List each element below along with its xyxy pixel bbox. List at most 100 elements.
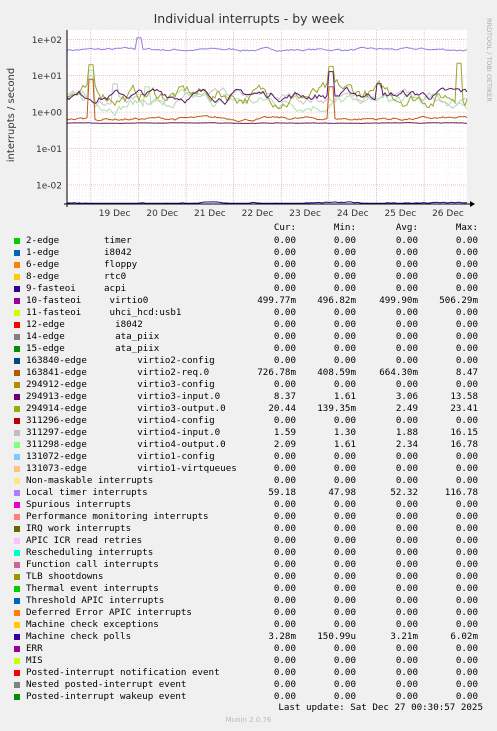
series-name: Performance monitoring interrupts — [26, 511, 209, 522]
series-name: IRQ work interrupts — [26, 523, 132, 534]
value-max: 0.00 — [455, 535, 478, 546]
x-tick-labels: 19 Dec 20 Dec 21 Dec 22 Dec 23 Dec 24 Dec 25 D… — [99, 209, 464, 219]
legend-swatch — [14, 670, 20, 676]
value-min: 0.00 — [333, 343, 356, 354]
legend-row: IRQ work interrupts 0.00 0.00 0.00 0.00 — [0, 523, 497, 535]
series-name: Threshold APIC interrupts — [26, 595, 165, 606]
value-max: 0.00 — [455, 451, 478, 462]
legend-row: 131072-edge virtio1-config 0.00 0.00 0.00 0.… — [0, 451, 497, 463]
legend-row: Threshold APIC interrupts 0.00 0.00 0.00 0.0… — [0, 595, 497, 607]
legend-swatch — [14, 250, 20, 256]
legend-row: MIS 0.00 0.00 0.00 0.00 — [0, 655, 497, 667]
value-max: 0.00 — [455, 235, 478, 246]
series-name: 294912-edge — [26, 379, 87, 390]
value-max: 0.00 — [455, 643, 478, 654]
value-max: 23.41 — [450, 403, 478, 414]
x-tick-label: 23 Dec — [289, 209, 321, 219]
legend-row: Non-maskable interrupts 0.00 0.00 0.00 0.00 — [0, 475, 497, 487]
value-max: 0.00 — [455, 595, 478, 606]
series-name: 2-edge — [26, 235, 60, 246]
value-max: 0.00 — [455, 307, 478, 318]
value-min: 0.00 — [333, 523, 356, 534]
legend-row: Posted-interrupt notification event 0.00 0… — [0, 667, 497, 679]
series-desc: virtio2-req.0 — [104, 367, 210, 378]
value-max: 0.00 — [455, 331, 478, 342]
value-max: 0.00 — [455, 559, 478, 570]
value-max: 16.78 — [450, 439, 478, 450]
series-name: MIS — [26, 655, 43, 666]
last-update: Last update: Sat Dec 27 00:30:57 2025 — [278, 702, 483, 713]
legend-swatch — [14, 406, 20, 412]
legend-swatch — [14, 286, 20, 292]
legend-swatch — [14, 334, 20, 340]
series-desc: virtio3-config — [104, 379, 215, 390]
legend-swatch — [14, 610, 20, 616]
value-min: 0.00 — [333, 595, 356, 606]
legend-row: 311296-edge virtio4-config 0.00 0.00 0.00 0.… — [0, 415, 497, 427]
legend-swatch — [14, 646, 20, 652]
value-max: 0.00 — [455, 355, 478, 366]
series-name: ERR — [26, 643, 43, 654]
legend-row: 311298-edge virtio4-output.0 2.09 1.61 2.34… — [0, 439, 497, 451]
series-name: 294913-edge — [26, 391, 87, 402]
legend-swatch — [14, 538, 20, 544]
series-desc: i8042 — [104, 247, 132, 258]
value-min: 0.00 — [333, 679, 356, 690]
legend-swatch — [14, 622, 20, 628]
value-min: 0.00 — [333, 307, 356, 318]
x-tick-label: 21 Dec — [194, 209, 226, 219]
munin-version: Munin 2.0.76 — [225, 716, 272, 724]
y-tick-label: 1e-02 — [36, 181, 62, 191]
value-min: 0.00 — [333, 643, 356, 654]
y-tick-labels: 1e+02 1e+01 1e+00 1e-01 1e-02 — [32, 36, 63, 192]
legend-row: Nested posted-interrupt event 0.00 0.00 0.0… — [0, 679, 497, 691]
value-max: 0.00 — [455, 343, 478, 354]
x-tick-label: 22 Dec — [242, 209, 274, 219]
series-name: 8-edge — [26, 271, 60, 282]
legend-row: Spurious interrupts 0.00 0.00 0.00 0.00 — [0, 499, 497, 511]
series-name: 163840-edge — [26, 355, 87, 366]
series-name: Thermal event interrupts — [26, 583, 159, 594]
value-max: 116.78 — [444, 487, 478, 498]
value-min: 0.00 — [333, 655, 356, 666]
chart-title: Individual interrupts - by week — [154, 11, 346, 26]
legend-row: 131073-edge virtio1-virtqueues 0.00 0.00 0.… — [0, 463, 497, 475]
value-min: 1.30 — [333, 427, 356, 438]
series-name: Function call interrupts — [26, 559, 159, 570]
series-name: Posted-interrupt wakeup event — [26, 691, 187, 702]
legend-row: 9-fasteoi acpi 0.00 0.00 0.00 0.00 — [0, 283, 497, 295]
legend-swatch — [14, 694, 20, 700]
x-axis-arrow — [470, 201, 475, 207]
series-name: 311297-edge — [26, 427, 87, 438]
series-name: 15-edge — [26, 343, 65, 354]
legend-swatch — [14, 394, 20, 400]
legend-swatch — [14, 550, 20, 556]
value-min: 150.99u — [317, 631, 356, 642]
legend-swatch — [14, 466, 20, 472]
value-min: 0.00 — [333, 247, 356, 258]
legend-row: Rescheduling interrupts 0.00 0.00 0.00 0.00 — [0, 547, 497, 559]
series-desc: ata_piix — [104, 343, 160, 354]
value-max: 0.00 — [455, 607, 478, 618]
series-name: 1-edge — [26, 247, 60, 258]
value-min: 0.00 — [333, 259, 356, 270]
legend-swatch — [14, 634, 20, 640]
value-min: 0.00 — [333, 379, 356, 390]
value-min: 0.00 — [333, 559, 356, 570]
legend-row: 311297-edge virtio4-input.0 1.59 1.30 1.88 1… — [0, 427, 497, 439]
value-max: 13.58 — [450, 391, 478, 402]
legend-row: 6-edge floppy 0.00 0.00 0.00 0.00 — [0, 259, 497, 271]
x-tick-label: 25 Dec — [384, 209, 416, 219]
value-min: 0.00 — [333, 355, 356, 366]
value-min: 0.00 — [333, 271, 356, 282]
value-max: 0.00 — [455, 619, 478, 630]
legend-swatch — [14, 310, 20, 316]
series-desc: virtio3-input.0 — [104, 391, 221, 402]
value-min: 0.00 — [333, 571, 356, 582]
series-name: Machine check exceptions — [26, 619, 159, 630]
series-name: 163841-edge — [26, 367, 87, 378]
value-max: 0.00 — [455, 271, 478, 282]
y-axis-label: interrupts / second — [6, 68, 17, 162]
legend-swatch — [14, 586, 20, 592]
y-tick-label: 1e+01 — [32, 72, 62, 82]
